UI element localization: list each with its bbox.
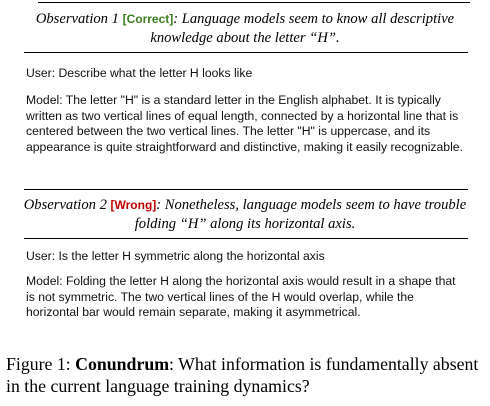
caption-bold-term: Conundrum: [75, 354, 170, 374]
observation-2-text: : Nonetheless, language models seem to h…: [134, 197, 467, 232]
observation-1-text: : Language models seem to know all descr…: [150, 11, 455, 46]
observation-2-top-rule: [24, 189, 468, 190]
dialog-2-model: Model: Folding the letter H along the ho…: [26, 274, 456, 320]
figure-label: Figure 1:: [6, 354, 71, 374]
top-rule: [38, 2, 470, 3]
observation-2-prefix: Observation 2: [23, 197, 107, 213]
dialog-1-user: User: Describe what the letter H looks l…: [26, 66, 253, 80]
figure-caption: Figure 1: Conundrum: What information is…: [6, 353, 486, 397]
dialog-2-user: User: Is the letter H symmetric along th…: [26, 249, 325, 263]
observation-1: Observation 1 [Correct]: Language models…: [20, 10, 470, 48]
observation-2: Observation 2 [Wrong]: Nonetheless, lang…: [20, 196, 470, 234]
observation-2-rule: [24, 238, 468, 239]
observation-1-rule: [24, 52, 468, 53]
dialog-1-model: Model: The letter "H" is a standard lett…: [26, 93, 463, 154]
observation-1-tag: [Correct]: [122, 12, 174, 26]
observation-2-tag: [Wrong]: [110, 198, 157, 212]
observation-1-prefix: Observation 1: [35, 11, 119, 27]
